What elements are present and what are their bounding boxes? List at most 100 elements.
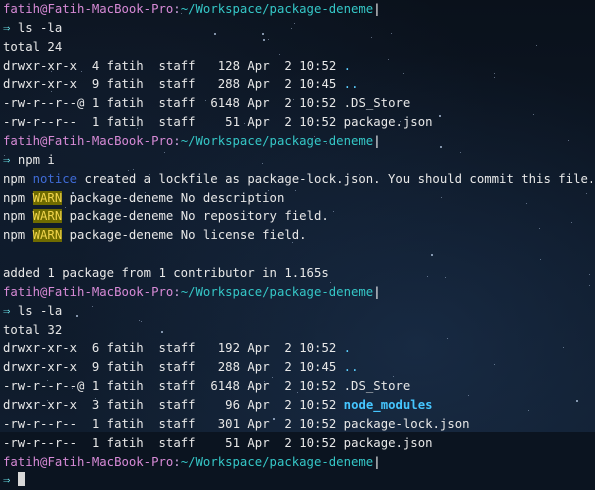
ls-filename: package.json	[343, 435, 433, 450]
ls-day: 2	[277, 416, 292, 431]
npm-prefix: npm	[3, 171, 26, 186]
separator	[336, 417, 343, 431]
ls-time: 10:52	[299, 58, 337, 73]
ls-time: 10:52	[299, 398, 337, 413]
output-line: total 24	[3, 38, 592, 57]
ls-links: 9	[84, 77, 100, 92]
separator	[270, 115, 277, 129]
output-line: added 1 package from 1 contributor in 1.…	[3, 264, 592, 283]
prompt-host: Fatih-MacBook-Pro	[47, 284, 174, 299]
ls-filename: package.json	[343, 115, 433, 130]
ls-entry-row: -rw-r--r--@ 1 fatih staff 6148 Apr 2 10:…	[3, 377, 592, 396]
separator	[270, 96, 277, 110]
npm-level-badge: WARN	[32, 190, 63, 205]
npm-level-badge: notice	[32, 171, 78, 186]
command-text: ls -la	[17, 20, 63, 35]
ls-entry-row: -rw-r--r-- 1 fatih staff 51 Apr 2 10:52 …	[3, 113, 592, 132]
ls-permissions: -rw-r--r--@	[3, 96, 85, 111]
separator	[99, 77, 106, 91]
ls-group: staff	[158, 416, 196, 431]
ls-group: staff	[158, 115, 196, 130]
ls-entry-row: drwxr-xr-x 6 fatih staff 192 Apr 2 10:52…	[3, 339, 592, 358]
ls-time: 10:52	[299, 435, 337, 450]
separator	[270, 341, 277, 355]
ls-links: 1	[84, 416, 100, 431]
ls-time: 10:52	[299, 379, 337, 394]
separator	[336, 115, 343, 129]
separator	[25, 191, 32, 205]
ls-month: Apr	[247, 341, 270, 356]
ls-entry-row: -rw-r--r-- 1 fatih staff 301 Apr 2 10:52…	[3, 415, 592, 434]
ls-permissions: drwxr-xr-x	[3, 398, 78, 413]
separator	[25, 209, 32, 223]
ls-time: 10:52	[299, 341, 337, 356]
ls-owner: fatih	[106, 379, 144, 394]
ls-group: staff	[158, 341, 196, 356]
prompt-bar: |	[373, 284, 381, 299]
ls-owner: fatih	[106, 360, 144, 375]
ls-owner: fatih	[106, 398, 144, 413]
separator	[196, 436, 211, 450]
ls-owner: fatih	[106, 435, 144, 450]
ls-time: 10:52	[299, 416, 337, 431]
ls-size: 288	[210, 360, 240, 375]
ls-permissions: drwxr-xr-x	[3, 360, 78, 375]
ls-month: Apr	[247, 360, 270, 375]
ls-day: 2	[277, 341, 292, 356]
ls-links: 6	[84, 341, 100, 356]
separator	[99, 417, 106, 431]
npm-message: package-deneme No description	[69, 190, 285, 205]
prompt-user: fatih	[3, 284, 41, 299]
prompt-bar: |	[373, 454, 381, 469]
npm-prefix: npm	[3, 190, 26, 205]
ls-size: 51	[210, 435, 240, 450]
separator	[196, 96, 211, 110]
separator	[196, 115, 211, 129]
cursor-icon[interactable]	[17, 472, 25, 487]
separator	[240, 436, 247, 450]
separator	[196, 379, 211, 393]
command-line: ⇒ ls -la	[3, 302, 592, 321]
ls-links: 1	[84, 115, 100, 130]
prompt-path: ~/Workspace/package-deneme	[180, 134, 374, 149]
ls-group: staff	[158, 96, 196, 111]
separator	[270, 59, 277, 73]
separator	[99, 360, 106, 374]
ls-links: 3	[84, 398, 100, 413]
separator	[144, 341, 159, 355]
npm-prefix: npm	[3, 209, 26, 224]
npm-log-line: npm WARN package-deneme No description	[3, 189, 592, 208]
separator	[25, 172, 32, 186]
prompt-user: fatih	[3, 134, 41, 149]
ls-entry-row: drwxr-xr-x 9 fatih staff 288 Apr 2 10:45…	[3, 75, 592, 94]
separator	[144, 436, 159, 450]
ls-month: Apr	[247, 96, 270, 111]
ls-size: 6148	[210, 96, 240, 111]
separator	[196, 360, 211, 374]
ls-filename: .	[343, 341, 352, 356]
command-text: ls -la	[17, 303, 63, 318]
separator	[196, 341, 211, 355]
npm-prefix: npm	[3, 228, 26, 243]
ls-owner: fatih	[106, 96, 144, 111]
output-text: total 32	[3, 322, 63, 337]
command-line[interactable]: ⇒	[3, 471, 592, 490]
output-text: total 24	[3, 39, 63, 54]
ls-size: 51	[210, 115, 240, 130]
separator	[270, 77, 277, 91]
prompt-colon: :	[173, 134, 181, 149]
ls-links: 9	[84, 360, 100, 375]
separator	[77, 436, 84, 450]
separator	[336, 77, 343, 91]
prompt-bar: |	[373, 134, 381, 149]
npm-log-line: npm WARN package-deneme No repository fi…	[3, 207, 592, 226]
ls-day: 2	[277, 379, 292, 394]
ls-entry-row: drwxr-xr-x 4 fatih staff 128 Apr 2 10:52…	[3, 57, 592, 76]
ls-size: 128	[210, 58, 240, 73]
ls-filename: package-lock.json	[343, 416, 470, 431]
ls-day: 2	[277, 58, 292, 73]
ls-owner: fatih	[106, 115, 144, 130]
terminal-window[interactable]: fatih@Fatih-MacBook-Pro:~/Workspace/pack…	[3, 0, 592, 487]
ls-size: 288	[210, 77, 240, 92]
